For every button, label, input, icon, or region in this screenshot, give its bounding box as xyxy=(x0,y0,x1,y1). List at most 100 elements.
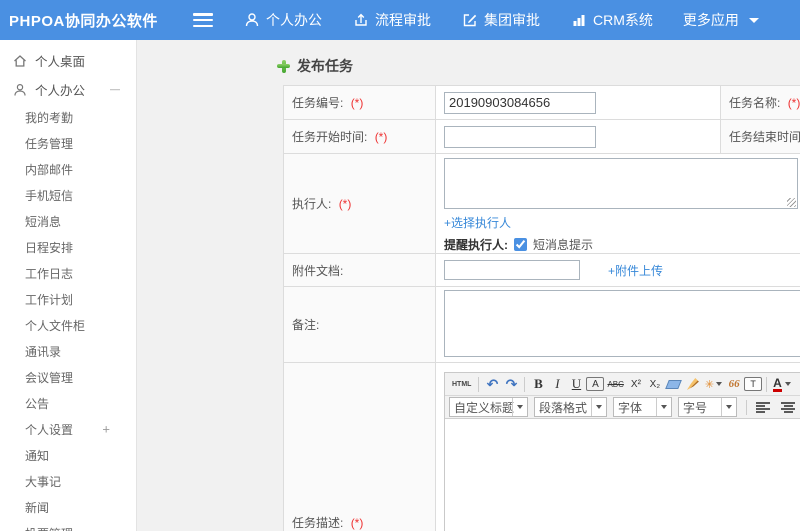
attachment-upload-link[interactable]: +附件上传 xyxy=(608,262,663,279)
sidebar-item-mobile-sms[interactable]: 手机短信 xyxy=(0,182,136,208)
nav-item-label: 集团审批 xyxy=(484,12,540,28)
sidebar-item-label: 手机短信 xyxy=(25,188,74,203)
collapse-icon[interactable]: — xyxy=(110,84,120,95)
sidebar-item-label: 会议管理 xyxy=(25,370,74,385)
nav-item-process-approval[interactable]: 流程审批 xyxy=(352,10,431,30)
process-icon xyxy=(352,12,369,29)
form-row-attachment: 附件文档: +附件上传 xyxy=(283,253,800,287)
remark-textarea[interactable] xyxy=(444,290,800,357)
sidebar-item-label: 个人办公 xyxy=(35,84,86,98)
sidebar-item-work-diary[interactable]: 工作日志 xyxy=(0,260,136,286)
publish-task-form: 任务编号: (*) 任务名称: (*) 任务开始时间: (*) 任务结束时间: xyxy=(283,85,800,531)
sidebar-item-short-message[interactable]: 短消息 xyxy=(0,208,136,234)
rich-text-editor: HTML ↶ ↷ B I U A ABC X² X₂ ✳ 66 T A 自定义标… xyxy=(444,372,800,531)
nav-item-personal-office[interactable]: 个人办公 xyxy=(243,10,322,30)
sidebar-item-label: 通知 xyxy=(25,448,50,463)
edit-icon xyxy=(461,12,478,29)
sidebar-item-label: 新闻 xyxy=(25,500,50,515)
blockquote-button[interactable]: 66 xyxy=(725,375,743,393)
nav-item-more-apps[interactable]: 更多应用 xyxy=(683,10,759,30)
undo-button[interactable]: ↶ xyxy=(483,375,501,393)
required-mark: (*) xyxy=(338,197,352,211)
required-mark: (*) xyxy=(787,96,800,110)
html-source-button[interactable]: HTML xyxy=(449,375,474,393)
sidebar-item-milestones[interactable]: 大事记 xyxy=(0,468,136,494)
form-row-task-number: 任务编号: (*) 任务名称: (*) xyxy=(283,85,800,120)
font-size-dropdown[interactable]: 字号 xyxy=(678,397,737,417)
sidebar-item-task-management[interactable]: 任务管理 xyxy=(0,130,136,156)
sidebar-item-label: 日程安排 xyxy=(25,240,74,255)
underline-button[interactable]: U xyxy=(567,375,585,393)
app-logo: PHPOA协同办公软件 xyxy=(9,12,158,30)
align-center-icon[interactable] xyxy=(781,401,795,413)
sidebar-item-vote[interactable]: 投票管理 xyxy=(0,520,136,531)
chart-icon xyxy=(570,12,587,29)
sms-remind-label: 短消息提示 xyxy=(533,238,594,252)
subscript-button[interactable]: X₂ xyxy=(646,375,664,393)
nav-item-label: CRM系统 xyxy=(593,12,653,28)
sidebar-item-label: 通讯录 xyxy=(25,344,62,359)
choose-executor-link[interactable]: +选择执行人 xyxy=(444,216,511,230)
format-brush-icon[interactable] xyxy=(684,375,702,393)
caret-down-icon xyxy=(721,398,736,416)
start-time-input[interactable] xyxy=(444,125,596,148)
sidebar-item-personal-office[interactable]: 个人办公 — xyxy=(0,75,136,104)
attachment-input[interactable] xyxy=(444,260,580,280)
nav-item-group-approval[interactable]: 集团审批 xyxy=(461,10,540,30)
sidebar-item-work-plan[interactable]: 工作计划 xyxy=(0,286,136,312)
form-row-remark: 备注: xyxy=(283,286,800,363)
attachment-label: 附件文档: xyxy=(292,263,344,278)
redo-button[interactable]: ↷ xyxy=(502,375,520,393)
sidebar-item-label: 投票管理 xyxy=(25,525,73,531)
task-name-label: 任务名称: xyxy=(729,96,781,110)
sidebar-item-label: 个人设置 xyxy=(25,422,74,437)
strikethrough-button[interactable]: ABC xyxy=(605,375,625,393)
sidebar-item-address-book[interactable]: 通讯录 xyxy=(0,338,136,364)
superscript-button[interactable]: X² xyxy=(627,375,645,393)
eraser-icon[interactable] xyxy=(665,375,683,393)
sidebar-item-announcement[interactable]: 公告 xyxy=(0,390,136,416)
bold-button[interactable]: B xyxy=(529,375,547,393)
sidebar-item-label: 我的考勤 xyxy=(25,110,74,125)
caret-down-icon xyxy=(591,398,606,416)
remind-executor-label: 提醒执行人: xyxy=(444,238,508,252)
expand-icon[interactable]: + xyxy=(102,422,110,437)
sidebar-item-meeting-management[interactable]: 会议管理 xyxy=(0,364,136,390)
nav-item-crm-system[interactable]: CRM系统 xyxy=(570,10,653,30)
highlight-icon[interactable]: ✳ xyxy=(703,375,724,393)
caret-down-icon xyxy=(748,17,759,23)
remind-executor-row: 提醒执行人: 短消息提示 xyxy=(444,236,800,253)
sidebar-item-personal-settings[interactable]: 个人设置 + xyxy=(0,416,136,442)
executor-textarea[interactable] xyxy=(444,158,798,209)
task-number-input[interactable] xyxy=(444,91,596,114)
sidebar-item-personal-desktop[interactable]: 个人桌面 xyxy=(0,46,136,75)
font-color-button[interactable]: A xyxy=(771,375,793,393)
sidebar-item-label: 短消息 xyxy=(25,214,62,229)
required-mark: (*) xyxy=(374,130,388,144)
sidebar-item-label: 工作日志 xyxy=(25,266,74,281)
sms-remind-checkbox[interactable] xyxy=(514,238,527,251)
sidebar-item-notification[interactable]: 通知 xyxy=(0,442,136,468)
background-color-button[interactable]: A xyxy=(586,377,605,391)
sidebar-item-personal-file-cabinet[interactable]: 个人文件柜 xyxy=(0,312,136,338)
editor-content-area[interactable] xyxy=(445,419,800,531)
sidebar-item-my-attendance[interactable]: 我的考勤 xyxy=(0,104,136,130)
italic-button[interactable]: I xyxy=(548,375,566,393)
nav-item-label: 流程审批 xyxy=(375,12,431,28)
align-left-icon[interactable] xyxy=(756,401,770,413)
top-navbar: PHPOA协同办公软件 个人办公 流程审批 集团审批 CRM系统 更多应用 xyxy=(0,0,800,40)
sidebar-item-internal-mail[interactable]: 内部邮件 xyxy=(0,156,136,182)
editor-toolbar-row2: 自定义标题 段落格式 字体 字号 xyxy=(445,396,800,419)
user-icon xyxy=(243,12,260,29)
paragraph-format-dropdown[interactable]: 段落格式 xyxy=(534,397,607,417)
form-row-description: 任务描述: (*) HTML ↶ ↷ B I U A ABC X² X₂ ✳ 6… xyxy=(283,362,800,531)
form-row-task-time: 任务开始时间: (*) 任务结束时间: (*) xyxy=(283,119,800,154)
sidebar-item-news[interactable]: 新闻 xyxy=(0,494,136,520)
page-header: 发布任务 xyxy=(138,40,800,85)
hamburger-menu-icon[interactable] xyxy=(193,13,213,27)
sidebar-item-schedule[interactable]: 日程安排 xyxy=(0,234,136,260)
font-family-dropdown[interactable]: 字体 xyxy=(613,397,672,417)
required-mark: (*) xyxy=(350,516,364,530)
custom-title-dropdown[interactable]: 自定义标题 xyxy=(449,397,528,417)
paste-as-text-button[interactable]: T xyxy=(744,377,763,391)
